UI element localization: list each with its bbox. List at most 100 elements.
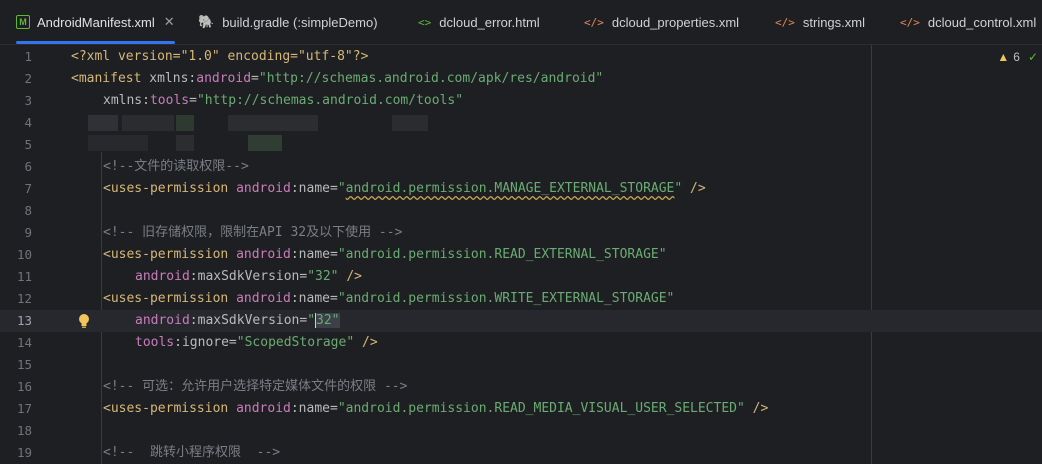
- line-number: 15: [16, 357, 32, 372]
- namespace-token: tools: [149, 93, 190, 108]
- attr-token: xmlns:: [149, 71, 197, 86]
- xml-declaration: <?xml version="1.0" encoding="utf-8"?>: [71, 49, 369, 64]
- comment-token: <!-- 跳转小程序权限 -->: [103, 445, 281, 460]
- namespace-token: android: [236, 247, 291, 262]
- code-line: 4: [0, 112, 1042, 134]
- line-number: 7: [24, 181, 32, 196]
- line-number: 3: [24, 93, 32, 108]
- string-token: "32": [307, 269, 339, 284]
- line-number: 1: [24, 49, 32, 64]
- attr-token: =: [251, 71, 259, 86]
- line-number: 4: [24, 115, 32, 130]
- redacted-block: [392, 115, 428, 131]
- code-line: 10 <uses-permission android:name="androi…: [0, 244, 1042, 266]
- tab-build-gradle[interactable]: 🐘 build.gradle (:simpleDemo): [198, 0, 378, 44]
- lightbulb-icon[interactable]: [77, 313, 91, 329]
- line-number: 10: [16, 247, 32, 262]
- redacted-block: [176, 115, 194, 131]
- tag-token: />: [744, 401, 769, 416]
- line-number: 17: [16, 401, 32, 416]
- code-line: 7 <uses-permission android:name="android…: [0, 178, 1042, 200]
- code-line: 1 <?xml version="1.0" encoding="utf-8"?>: [0, 46, 1042, 68]
- line-number: 12: [16, 291, 32, 306]
- line-number: 14: [16, 335, 32, 350]
- line-number: 18: [16, 423, 32, 438]
- attr-token: xmlns:: [103, 93, 150, 108]
- code-line: 9 <!-- 旧存储权限，限制在API 32及以下使用 -->: [0, 222, 1042, 244]
- tab-label: strings.xml: [802, 14, 865, 30]
- code-line: 8: [0, 200, 1042, 222]
- namespace-token: android: [135, 313, 190, 328]
- comment-token: <!--文件的读取权限-->: [103, 159, 249, 174]
- tab-dcloud-error[interactable]: <> dcloud_error.html: [418, 0, 540, 44]
- tab-label: AndroidManifest.xml: [37, 14, 155, 30]
- code-editor[interactable]: ▲ 6 ✓ 1 <?xml version="1.0" encoding="ut…: [0, 45, 1042, 464]
- code-text: <manifest xmlns:android="http://schemas.…: [71, 68, 603, 90]
- tab-label: build.gradle (:simpleDemo): [222, 14, 378, 30]
- code-line: 14 tools:ignore="ScopedStorage" />: [0, 332, 1042, 354]
- code-text: <uses-permission android:name="android.p…: [103, 398, 768, 420]
- xml-code-icon: </>: [584, 15, 604, 29]
- line-number: 16: [16, 379, 32, 394]
- line-number: 5: [24, 137, 32, 152]
- namespace-token: android: [236, 401, 291, 416]
- manifest-m-icon: M: [16, 15, 30, 29]
- attr-token: :ignore=: [174, 335, 237, 350]
- tag-token: <uses-permission: [103, 291, 237, 306]
- line-number: 8: [24, 203, 32, 218]
- line-number: 13: [16, 313, 32, 328]
- code-line: 15: [0, 354, 1042, 376]
- code-text: android:maxSdkVersion="32" />: [135, 266, 362, 288]
- code-text: android:maxSdkVersion="32": [135, 310, 340, 332]
- close-icon[interactable]: ✕: [164, 14, 175, 30]
- code-text: xmlns:tools="http://schemas.android.com/…: [103, 90, 463, 112]
- tag-token: <uses-permission: [103, 181, 237, 196]
- namespace-token: android: [135, 269, 190, 284]
- redacted-block: [122, 115, 174, 131]
- code-line: 12 <uses-permission android:name="androi…: [0, 288, 1042, 310]
- string-token: "http://schemas.android.com/apk/res/andr…: [258, 71, 604, 86]
- code-text: <uses-permission android:name="android.p…: [103, 178, 706, 200]
- tab-android-manifest[interactable]: M AndroidManifest.xml ✕: [16, 0, 175, 44]
- redacted-block: [88, 135, 148, 151]
- html-code-icon: <>: [418, 15, 432, 29]
- string-token: "android.permission.READ_MEDIA_VISUAL_US…: [337, 401, 745, 416]
- comment-token: <!-- 可选：允许用户选择特定媒体文件的权限 -->: [103, 379, 408, 394]
- line-number: 9: [24, 225, 32, 240]
- redacted-block: [248, 135, 282, 151]
- tab-label: dcloud_properties.xml: [611, 14, 740, 30]
- code-line: 16 <!-- 可选：允许用户选择特定媒体文件的权限 -->: [0, 376, 1042, 398]
- tag-token: />: [354, 335, 378, 350]
- comment-token: <!-- 旧存储权限，限制在API 32及以下使用 -->: [103, 225, 403, 240]
- namespace-token: android: [236, 181, 291, 196]
- redacted-block: [88, 115, 118, 131]
- tab-strings[interactable]: </> strings.xml: [775, 0, 865, 44]
- code-line-current: 13 android:maxSdkVersion="32": [0, 310, 1042, 332]
- code-text: tools:ignore="ScopedStorage" />: [135, 332, 378, 354]
- code-line: 11 android:maxSdkVersion="32" />: [0, 266, 1042, 288]
- string-token: ": [307, 313, 316, 328]
- gradle-elephant-icon: 🐘: [198, 14, 215, 30]
- redacted-block: [176, 135, 194, 151]
- tab-label: dcloud_error.html: [439, 14, 540, 30]
- warning-string-token: android.permission.MANAGE_EXTERNAL_STORA…: [345, 181, 675, 196]
- tag-token: />: [338, 269, 362, 284]
- string-token: ": [337, 181, 346, 196]
- tag-token: />: [682, 181, 706, 196]
- text-caret: 32": [315, 313, 340, 328]
- tab-label: dcloud_control.xml: [927, 14, 1037, 30]
- line-number: 6: [24, 159, 32, 174]
- tab-dcloud-control[interactable]: </> dcloud_control.xml: [900, 0, 1036, 44]
- code-line: 17 <uses-permission android:name="androi…: [0, 398, 1042, 420]
- attr-token: :name=: [290, 181, 338, 196]
- string-token: "android.permission.WRITE_EXTERNAL_STORA…: [337, 291, 675, 306]
- string-token: "http://schemas.android.com/tools": [196, 93, 464, 108]
- code-text: <uses-permission android:name="android.p…: [103, 244, 667, 266]
- code-line: 18: [0, 420, 1042, 442]
- tag-token: <manifest: [71, 71, 150, 86]
- namespace-token: android: [236, 291, 291, 306]
- tab-dcloud-properties[interactable]: </> dcloud_properties.xml: [584, 0, 739, 44]
- line-number: 19: [16, 445, 32, 460]
- xml-code-icon: </>: [900, 15, 920, 29]
- attr-token: :name=: [290, 401, 338, 416]
